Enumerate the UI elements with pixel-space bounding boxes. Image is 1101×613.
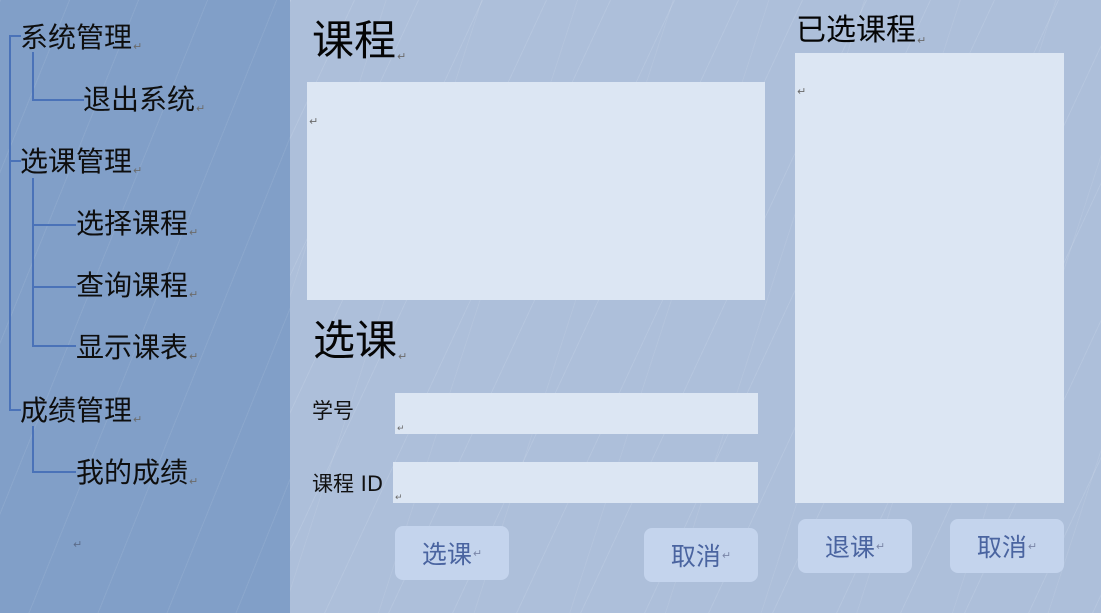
tree-connector bbox=[9, 35, 11, 410]
paragraph-mark: ↵ bbox=[73, 538, 83, 551]
tree-connector bbox=[32, 178, 34, 346]
menu-item-label: 退出系统 bbox=[83, 83, 196, 116]
tree-connector bbox=[32, 426, 34, 472]
selected-courses-heading: 已选课程↵ bbox=[796, 13, 927, 48]
selected-courses-list[interactable]: ↵ bbox=[795, 53, 1064, 503]
paragraph-mark: ↵ bbox=[133, 164, 143, 177]
menu-item-exit-system[interactable]: 退出系统↵ bbox=[83, 83, 206, 116]
paragraph-mark: ↵ bbox=[189, 350, 199, 363]
drop-course-button[interactable]: 退课 ↵ bbox=[798, 519, 912, 573]
cancel-drop-button[interactable]: 取消 ↵ bbox=[950, 519, 1064, 573]
paragraph-mark: ↵ bbox=[133, 40, 143, 53]
paragraph-mark: ↵ bbox=[189, 226, 199, 239]
menu-item-my-grades[interactable]: 我的成绩↵ bbox=[76, 456, 199, 489]
tree-connector bbox=[32, 471, 76, 473]
select-course-heading: 选课↵ bbox=[313, 316, 408, 365]
menu-item-query-course[interactable]: 查询课程↵ bbox=[76, 269, 199, 302]
menu-group-grades[interactable]: 成绩管理↵ bbox=[20, 394, 143, 427]
student-id-label: 学号 bbox=[312, 399, 354, 423]
paragraph-mark: ↵ bbox=[397, 424, 405, 434]
course-list[interactable]: ↵ bbox=[307, 82, 765, 300]
menu-group-label: 选课管理 bbox=[20, 145, 133, 178]
paragraph-mark: ↵ bbox=[196, 102, 206, 115]
paragraph-mark: ↵ bbox=[917, 34, 927, 47]
menu-group-system[interactable]: 系统管理↵ bbox=[20, 21, 143, 54]
cancel-select-button[interactable]: 取消 ↵ bbox=[644, 528, 758, 582]
paragraph-mark: ↵ bbox=[875, 539, 886, 553]
menu-group-label: 成绩管理 bbox=[20, 394, 133, 427]
menu-item-label: 选择课程 bbox=[76, 207, 189, 240]
paragraph-mark: ↵ bbox=[395, 493, 403, 503]
tree-connector bbox=[32, 224, 76, 226]
course-id-input[interactable]: ↵ bbox=[393, 462, 758, 503]
paragraph-mark: ↵ bbox=[472, 546, 483, 560]
course-heading: 课程↵ bbox=[312, 16, 407, 65]
tree-connector bbox=[32, 345, 76, 347]
tree-connector bbox=[32, 99, 84, 101]
menu-item-label: 显示课表 bbox=[76, 331, 189, 364]
paragraph-mark: ↵ bbox=[398, 350, 408, 363]
menu-item-label: 我的成绩 bbox=[76, 456, 189, 489]
paragraph-mark: ↵ bbox=[189, 288, 199, 301]
sidebar-nav: 系统管理↵ 退出系统↵ 选课管理↵ 选择课程↵ 查询课程↵ 显示课表↵ 成绩管理… bbox=[0, 0, 290, 613]
menu-item-show-schedule[interactable]: 显示课表↵ bbox=[76, 331, 199, 364]
menu-item-label: 查询课程 bbox=[76, 269, 189, 302]
select-course-button[interactable]: 选课 ↵ bbox=[395, 526, 509, 580]
paragraph-mark: ↵ bbox=[133, 413, 143, 426]
student-id-input[interactable]: ↵ bbox=[395, 393, 758, 434]
tree-connector bbox=[32, 286, 76, 288]
menu-group-label: 系统管理 bbox=[20, 21, 133, 54]
menu-group-course-selection[interactable]: 选课管理↵ bbox=[20, 145, 143, 178]
paragraph-mark: ↵ bbox=[397, 50, 407, 63]
menu-item-choose-course[interactable]: 选择课程↵ bbox=[76, 207, 199, 240]
course-id-label: 课程 ID bbox=[312, 472, 384, 496]
paragraph-mark: ↵ bbox=[797, 85, 807, 98]
paragraph-mark: ↵ bbox=[1027, 539, 1038, 553]
paragraph-mark: ↵ bbox=[189, 475, 199, 488]
paragraph-mark: ↵ bbox=[721, 548, 732, 562]
tree-connector bbox=[32, 52, 34, 100]
paragraph-mark: ↵ bbox=[309, 115, 319, 128]
